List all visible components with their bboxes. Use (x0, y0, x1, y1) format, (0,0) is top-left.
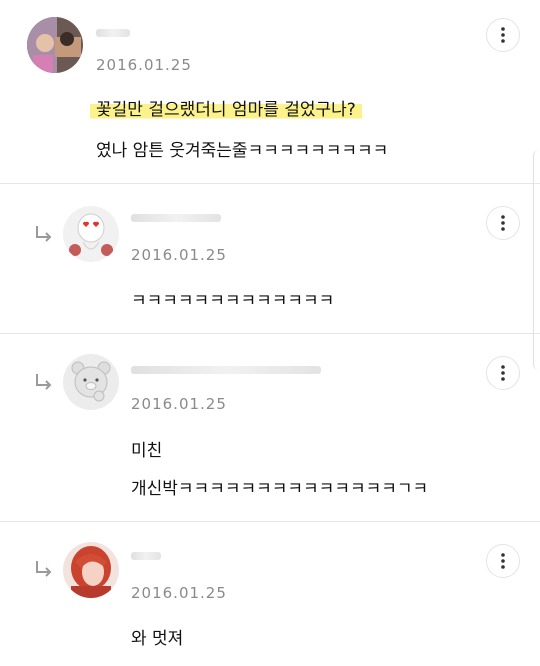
author-name-blurred (131, 366, 321, 374)
more-options-button[interactable] (486, 18, 520, 52)
reply-arrow-icon (36, 226, 52, 242)
comment-item: 2016.01.25 꽃길만 걸으랬더니 엄마를 걸었구나? 였나 암튼 웃겨죽… (0, 0, 540, 184)
author-name-blurred (131, 552, 161, 560)
avatar-character (63, 206, 119, 262)
comment-date: 2016.01.25 (131, 395, 227, 413)
comment-text-line: 와 멋져 (131, 629, 184, 649)
reply-item: 2016.01.25 와 멋져 (0, 522, 540, 666)
more-vertical-icon (501, 553, 505, 569)
avatar-photo (63, 542, 119, 598)
comment-text-line: 미친 (131, 441, 163, 461)
author-name-blurred (131, 214, 221, 222)
avatar[interactable] (63, 206, 119, 262)
more-options-button[interactable] (486, 356, 520, 390)
comment-text-line: 였나 암튼 웃겨죽는줄ㅋㅋㅋㅋㅋㅋㅋㅋㅋ (96, 141, 389, 161)
reply-arrow-icon (36, 561, 52, 577)
comment-date: 2016.01.25 (131, 246, 227, 264)
author-name-blurred (96, 29, 130, 37)
more-vertical-icon (501, 27, 505, 43)
avatar[interactable] (63, 354, 119, 410)
comment-text-line: 꽃길만 걸으랬더니 엄마를 걸었구나? (90, 95, 362, 120)
more-vertical-icon (501, 365, 505, 381)
scrollbar[interactable] (533, 150, 540, 370)
comment-text-line: ㅋㅋㅋㅋㅋㅋㅋㅋㅋㅋㅋㅋㅋ (131, 291, 335, 311)
comment-text-line: 개신박ㅋㅋㅋㅋㅋㅋㅋㅋㅋㅋㅋㅋㅋㅋㄱㅋ (131, 479, 429, 499)
reply-arrow-icon (36, 374, 52, 390)
comment-date: 2016.01.25 (96, 56, 192, 74)
more-vertical-icon (501, 215, 505, 231)
avatar[interactable] (27, 17, 83, 73)
reply-item: 2016.01.25 미친 개신박ㅋㅋㅋㅋㅋㅋㅋㅋㅋㅋㅋㅋㅋㅋㄱㅋ (0, 334, 540, 522)
comment-date: 2016.01.25 (131, 584, 227, 602)
reply-item: 2016.01.25 ㅋㅋㅋㅋㅋㅋㅋㅋㅋㅋㅋㅋㅋ (0, 184, 540, 334)
avatar-bear-character (63, 354, 119, 410)
avatar-photo (27, 17, 83, 73)
avatar[interactable] (63, 542, 119, 598)
more-options-button[interactable] (486, 206, 520, 240)
highlighted-text: 꽃길만 걸으랬더니 엄마를 걸었구나? (90, 100, 362, 120)
more-options-button[interactable] (486, 544, 520, 578)
